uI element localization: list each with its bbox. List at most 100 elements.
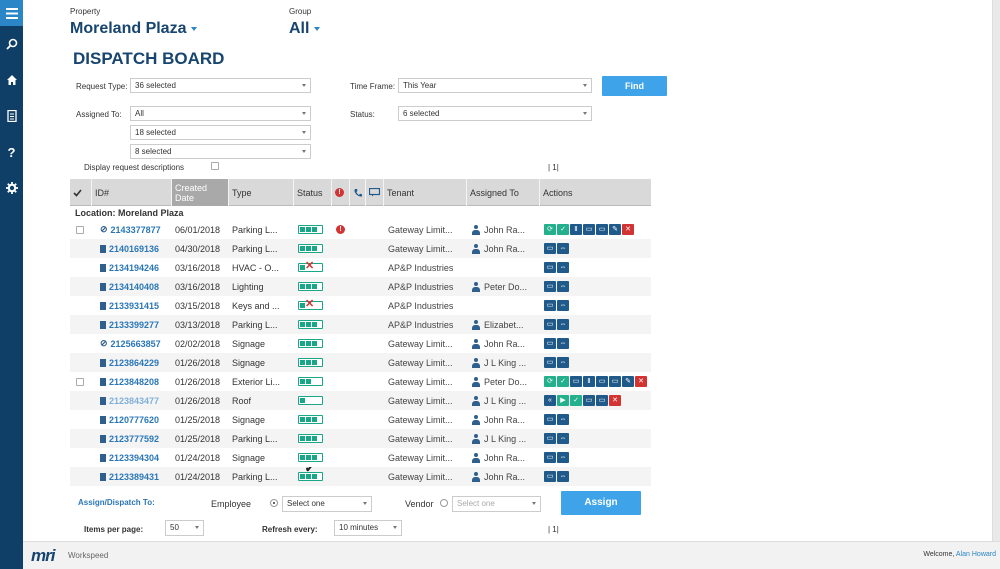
row-action-button[interactable]: ⇔ xyxy=(557,452,569,463)
column-header-phone[interactable] xyxy=(350,179,366,206)
employee-radio[interactable] xyxy=(270,499,278,507)
row-action-button[interactable]: « xyxy=(544,395,556,406)
table-row[interactable]: ⊘ 2125663857 02/02/2018 Signage Gateway Limi… xyxy=(70,334,651,353)
table-row[interactable]: 2123848208 01/26/2018 Exterior Li... Gatewa… xyxy=(70,372,651,391)
find-button[interactable]: Find xyxy=(602,76,667,96)
menu-button[interactable] xyxy=(0,0,23,26)
row-action-button[interactable]: ▭ xyxy=(544,471,556,482)
employee-select[interactable]: Select one xyxy=(282,496,372,512)
group-selector[interactable]: All xyxy=(289,20,321,38)
column-header-alert[interactable]: ! xyxy=(332,179,350,206)
row-action-button[interactable]: ⇔ xyxy=(557,357,569,368)
assign-button[interactable]: Assign xyxy=(561,491,641,515)
row-action-button[interactable]: Ⅱ xyxy=(583,376,595,387)
table-row[interactable]: 2123394304 01/24/2018 Signage Gateway Limit… xyxy=(70,448,651,467)
row-action-button[interactable]: ⇔ xyxy=(557,433,569,444)
row-action-button[interactable]: ▭ xyxy=(544,243,556,254)
row-action-button[interactable]: ▭ xyxy=(596,395,608,406)
row-action-button[interactable]: ⟳ xyxy=(544,224,556,235)
row-action-button[interactable]: ⇔ xyxy=(557,300,569,311)
table-row[interactable]: 2134140408 03/16/2018 Lighting AP&P Industr… xyxy=(70,277,651,296)
row-action-button[interactable]: ▭ xyxy=(596,224,608,235)
table-row[interactable]: 2140169136 04/30/2018 Parking L... Gateway … xyxy=(70,239,651,258)
help-button[interactable]: ? xyxy=(0,134,23,170)
search-button[interactable] xyxy=(0,26,23,62)
row-action-button[interactable]: ⇔ xyxy=(557,262,569,273)
assigned-sub-select-2[interactable]: 8 selected xyxy=(130,144,311,159)
row-action-button[interactable]: ⇔ xyxy=(557,243,569,254)
table-row[interactable]: ⊘ 2143377877 06/01/2018 Parking L...! Gatewa… xyxy=(70,220,651,239)
table-row[interactable]: 2134194246 03/16/2018 HVAC - O... ✕ AP&P Ind… xyxy=(70,258,651,277)
request-id-link[interactable]: 2133931415 xyxy=(100,296,174,315)
column-header-tenant[interactable]: Tenant xyxy=(384,179,467,206)
request-id-link[interactable]: 2123777592 xyxy=(100,429,174,448)
table-row[interactable]: 2133931415 03/15/2018 Keys and ... ✕ AP&P In… xyxy=(70,296,651,315)
row-action-button[interactable]: ⟳ xyxy=(544,376,556,387)
user-link[interactable]: Alan Howard xyxy=(956,551,996,558)
row-action-button[interactable]: ✎ xyxy=(622,376,634,387)
select-all-header[interactable] xyxy=(70,179,92,206)
row-action-button[interactable]: ▭ xyxy=(544,300,556,311)
row-action-button[interactable]: ▭ xyxy=(544,357,556,368)
row-action-button[interactable]: ⇔ xyxy=(557,338,569,349)
row-action-button[interactable]: ▭ xyxy=(544,433,556,444)
request-id-link[interactable]: 2134194246 xyxy=(100,258,174,277)
request-id-link[interactable]: 2123394304 xyxy=(100,448,174,467)
row-action-button[interactable]: ▭ xyxy=(544,452,556,463)
vendor-select[interactable]: Select one xyxy=(452,496,541,512)
request-id-link[interactable]: 2120777620 xyxy=(100,410,174,429)
row-action-button[interactable]: ▭ xyxy=(544,281,556,292)
table-row[interactable]: 2123864229 01/26/2018 Signage Gateway Limit… xyxy=(70,353,651,372)
row-action-button[interactable]: ▭ xyxy=(570,376,582,387)
column-header-created-date[interactable]: Created Date xyxy=(172,179,229,206)
request-id-link[interactable]: 2133399277 xyxy=(100,315,174,334)
vendor-radio[interactable] xyxy=(440,499,448,507)
pager-bottom[interactable]: | 1| xyxy=(548,525,559,534)
row-action-button[interactable]: ⇔ xyxy=(557,471,569,482)
row-action-button[interactable]: ⇔ xyxy=(557,414,569,425)
row-action-button[interactable]: ✎ xyxy=(609,224,621,235)
table-row[interactable]: 2123389431 01/24/2018 Parking L... ✔ Gateway… xyxy=(70,467,651,486)
vertical-scrollbar[interactable] xyxy=(992,0,1000,541)
column-header-status[interactable]: Status xyxy=(294,179,332,206)
row-action-button[interactable]: ✓ xyxy=(557,224,569,235)
row-action-button[interactable]: ▶ xyxy=(557,395,569,406)
settings-button[interactable] xyxy=(0,170,23,206)
row-action-button[interactable]: ▭ xyxy=(544,414,556,425)
table-row[interactable]: 2133399277 03/13/2018 Parking L... AP&P Ind… xyxy=(70,315,651,334)
document-button[interactable] xyxy=(0,98,23,134)
row-action-button[interactable]: ▭ xyxy=(609,376,621,387)
row-action-button[interactable]: ✓ xyxy=(557,376,569,387)
refresh-select[interactable]: 10 minutes xyxy=(334,520,402,536)
request-id-link[interactable]: 2140169136 xyxy=(100,239,174,258)
row-action-button[interactable]: Ⅱ xyxy=(570,224,582,235)
request-id-link[interactable]: 2123389431 xyxy=(100,467,174,486)
row-checkbox[interactable] xyxy=(76,377,84,386)
row-action-button[interactable]: ▭ xyxy=(544,262,556,273)
request-id-link[interactable]: ⊘ 2125663857 xyxy=(100,334,174,353)
column-header-id[interactable]: ID# xyxy=(92,179,172,206)
request-id-link[interactable]: 2123864229 xyxy=(100,353,174,372)
row-action-button[interactable]: ✓ xyxy=(570,395,582,406)
table-row[interactable]: 2123843477 01/26/2018 Roof Gateway Limit...… xyxy=(70,391,651,410)
row-checkbox[interactable] xyxy=(76,225,84,234)
status-select[interactable]: 6 selected xyxy=(398,106,592,121)
row-action-button[interactable]: ⇔ xyxy=(557,281,569,292)
row-action-button[interactable]: ▭ xyxy=(583,395,595,406)
table-row[interactable]: 2120777620 01/25/2018 Signage Gateway Limit… xyxy=(70,410,651,429)
row-action-button[interactable]: ✕ xyxy=(622,224,634,235)
time-frame-select[interactable]: This Year xyxy=(398,78,592,93)
row-action-button[interactable]: ▭ xyxy=(583,224,595,235)
request-id-link[interactable]: 2123843477 xyxy=(100,391,174,410)
pager-top[interactable]: | 1| xyxy=(548,163,559,172)
request-id-link[interactable]: ⊘ 2143377877 xyxy=(100,220,174,239)
row-action-button[interactable]: ▭ xyxy=(596,376,608,387)
items-per-page-select[interactable]: 50 xyxy=(165,520,204,536)
column-header-type[interactable]: Type xyxy=(229,179,294,206)
assigned-sub-select-1[interactable]: 18 selected xyxy=(130,125,311,140)
table-row[interactable]: 2123777592 01/25/2018 Parking L... Gateway … xyxy=(70,429,651,448)
row-action-button[interactable]: ▭ xyxy=(544,319,556,330)
request-id-link[interactable]: 2123848208 xyxy=(100,372,174,391)
property-selector[interactable]: Moreland Plaza xyxy=(70,20,198,38)
column-header-assigned-to[interactable]: Assigned To xyxy=(467,179,540,206)
